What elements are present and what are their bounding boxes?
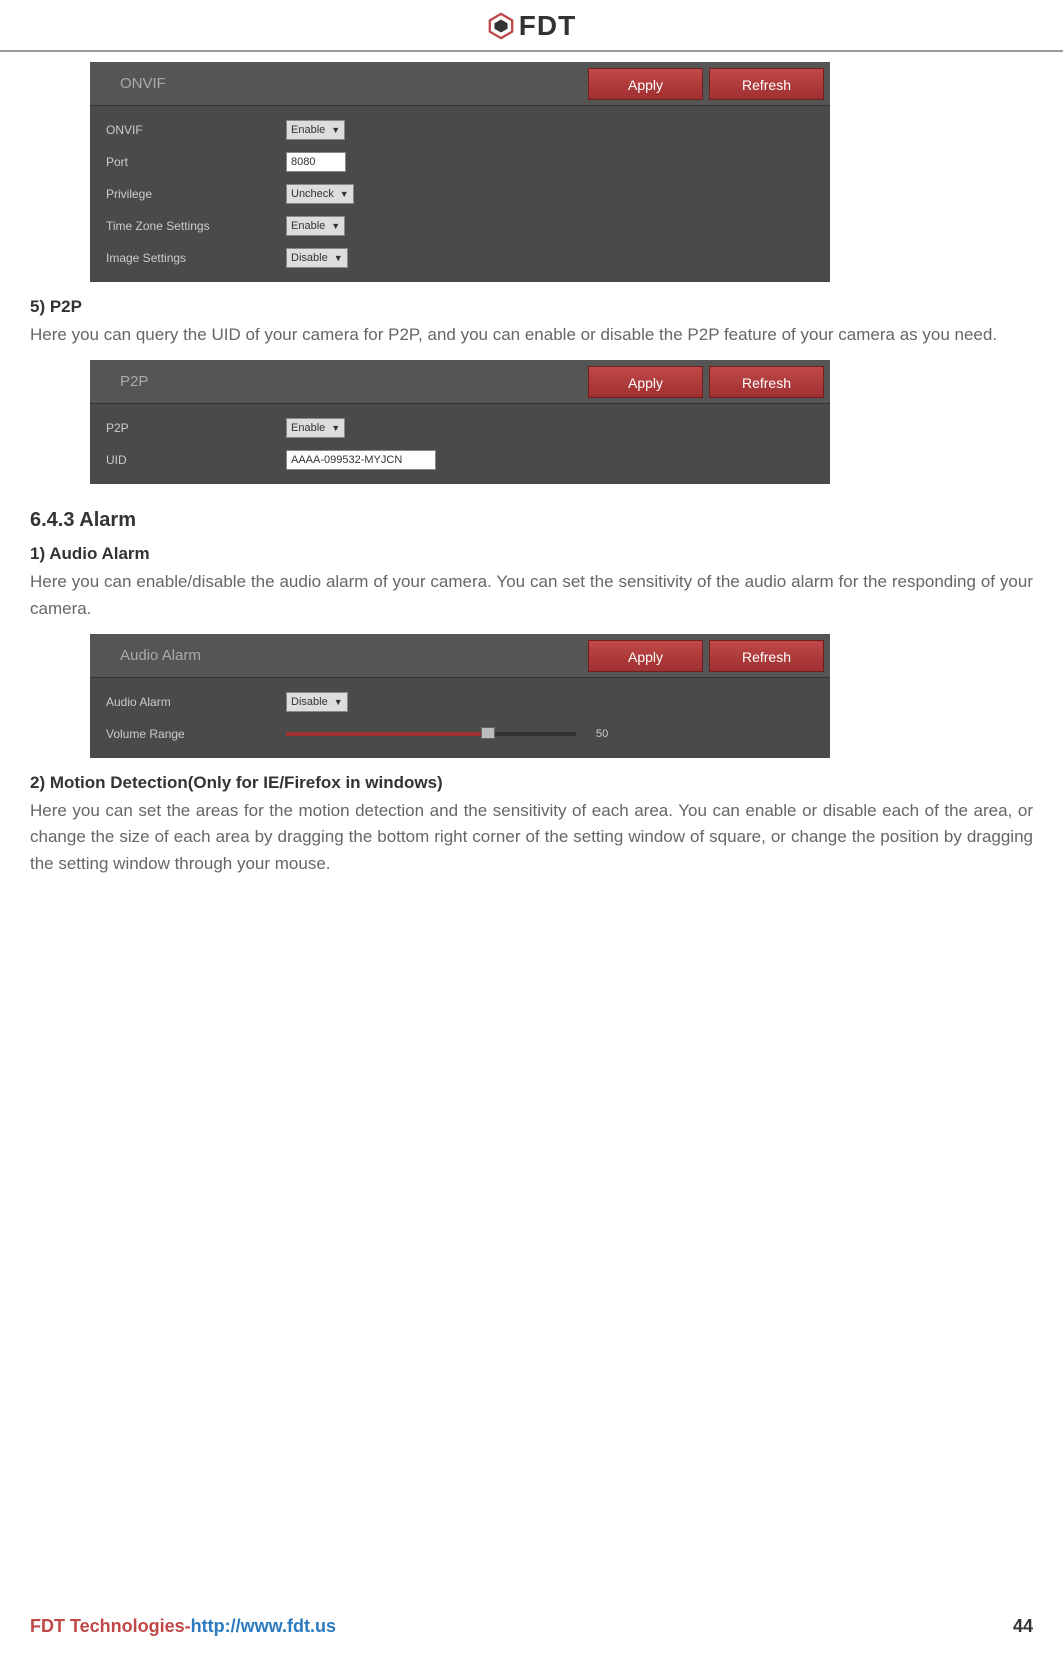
port-row: Port 8080 bbox=[90, 146, 830, 178]
chevron-down-icon: ▼ bbox=[334, 253, 343, 263]
row-label: Time Zone Settings bbox=[106, 219, 286, 233]
audio-alarm-row: Audio Alarm Disable ▼ bbox=[90, 686, 830, 718]
row-label: Image Settings bbox=[106, 251, 286, 265]
select-value: Disable bbox=[291, 252, 328, 264]
section-1-heading: 1) Audio Alarm bbox=[30, 544, 1033, 564]
slider-track-remainder bbox=[486, 732, 576, 736]
select-value: Enable bbox=[291, 124, 325, 136]
brand-text: FDT bbox=[519, 10, 576, 42]
footer-link[interactable]: http://www.fdt.us bbox=[191, 1616, 336, 1636]
p2p-row: P2P Enable ▼ bbox=[90, 412, 830, 444]
row-label: ONVIF bbox=[106, 123, 286, 137]
section-1-text: Here you can enable/disable the audio al… bbox=[30, 569, 1033, 622]
panel-title: ONVIF bbox=[90, 75, 588, 92]
header-divider bbox=[0, 50, 1063, 52]
footer: FDT Technologies-http://www.fdt.us 44 bbox=[30, 1616, 1033, 1637]
image-select[interactable]: Disable ▼ bbox=[286, 248, 348, 268]
p2p-panel: P2P Apply Refresh P2P Enable ▼ UID AAAA-… bbox=[90, 360, 830, 484]
refresh-button[interactable]: Refresh bbox=[709, 640, 824, 672]
chevron-down-icon: ▼ bbox=[331, 423, 340, 433]
panel-header: Audio Alarm Apply Refresh bbox=[90, 634, 830, 678]
footer-page-number: 44 bbox=[1013, 1616, 1033, 1637]
section-5-heading: 5) P2P bbox=[30, 297, 1033, 317]
volume-range-row: Volume Range 50 bbox=[90, 718, 830, 750]
refresh-button[interactable]: Refresh bbox=[709, 366, 824, 398]
apply-button[interactable]: Apply bbox=[588, 366, 703, 398]
section-5-text: Here you can query the UID of your camer… bbox=[30, 322, 1033, 348]
onvif-panel: ONVIF Apply Refresh ONVIF Enable ▼ Port … bbox=[90, 62, 830, 282]
panel-title: Audio Alarm bbox=[90, 647, 588, 664]
section-643-heading: 6.4.3 Alarm bbox=[30, 509, 1033, 532]
row-label: P2P bbox=[106, 421, 286, 435]
row-label: Port bbox=[106, 155, 286, 169]
select-value: Uncheck bbox=[291, 188, 334, 200]
uid-row: UID AAAA-099532-MYJCN bbox=[90, 444, 830, 476]
row-label: Volume Range bbox=[106, 727, 286, 741]
timezone-row: Time Zone Settings Enable ▼ bbox=[90, 210, 830, 242]
uid-input[interactable]: AAAA-099532-MYJCN bbox=[286, 450, 436, 470]
privilege-row: Privilege Uncheck ▼ bbox=[90, 178, 830, 210]
section-2-text: Here you can set the areas for the motio… bbox=[30, 798, 1033, 877]
volume-slider[interactable] bbox=[286, 732, 486, 736]
onvif-row: ONVIF Enable ▼ bbox=[90, 114, 830, 146]
select-value: Enable bbox=[291, 422, 325, 434]
chevron-down-icon: ▼ bbox=[331, 221, 340, 231]
privilege-select[interactable]: Uncheck ▼ bbox=[286, 184, 354, 204]
port-input[interactable]: 8080 bbox=[286, 152, 346, 172]
footer-company: FDT Technologies- bbox=[30, 1616, 191, 1636]
audio-alarm-select[interactable]: Disable ▼ bbox=[286, 692, 348, 712]
apply-button[interactable]: Apply bbox=[588, 68, 703, 100]
panel-header: ONVIF Apply Refresh bbox=[90, 62, 830, 106]
chevron-down-icon: ▼ bbox=[340, 189, 349, 199]
select-value: Disable bbox=[291, 696, 328, 708]
image-row: Image Settings Disable ▼ bbox=[90, 242, 830, 274]
row-label: Privilege bbox=[106, 187, 286, 201]
slider-value: 50 bbox=[596, 728, 608, 740]
row-label: UID bbox=[106, 453, 286, 467]
p2p-select[interactable]: Enable ▼ bbox=[286, 418, 345, 438]
header-logo: FDT bbox=[30, 0, 1033, 50]
onvif-select[interactable]: Enable ▼ bbox=[286, 120, 345, 140]
slider-handle[interactable] bbox=[481, 727, 495, 739]
panel-title: P2P bbox=[90, 373, 588, 390]
apply-button[interactable]: Apply bbox=[588, 640, 703, 672]
section-2-heading: 2) Motion Detection(Only for IE/Firefox … bbox=[30, 773, 1033, 793]
fdt-logo-icon bbox=[487, 12, 515, 40]
timezone-select[interactable]: Enable ▼ bbox=[286, 216, 345, 236]
panel-header: P2P Apply Refresh bbox=[90, 360, 830, 404]
row-label: Audio Alarm bbox=[106, 695, 286, 709]
select-value: Enable bbox=[291, 220, 325, 232]
refresh-button[interactable]: Refresh bbox=[709, 68, 824, 100]
chevron-down-icon: ▼ bbox=[331, 125, 340, 135]
chevron-down-icon: ▼ bbox=[334, 697, 343, 707]
audio-alarm-panel: Audio Alarm Apply Refresh Audio Alarm Di… bbox=[90, 634, 830, 758]
